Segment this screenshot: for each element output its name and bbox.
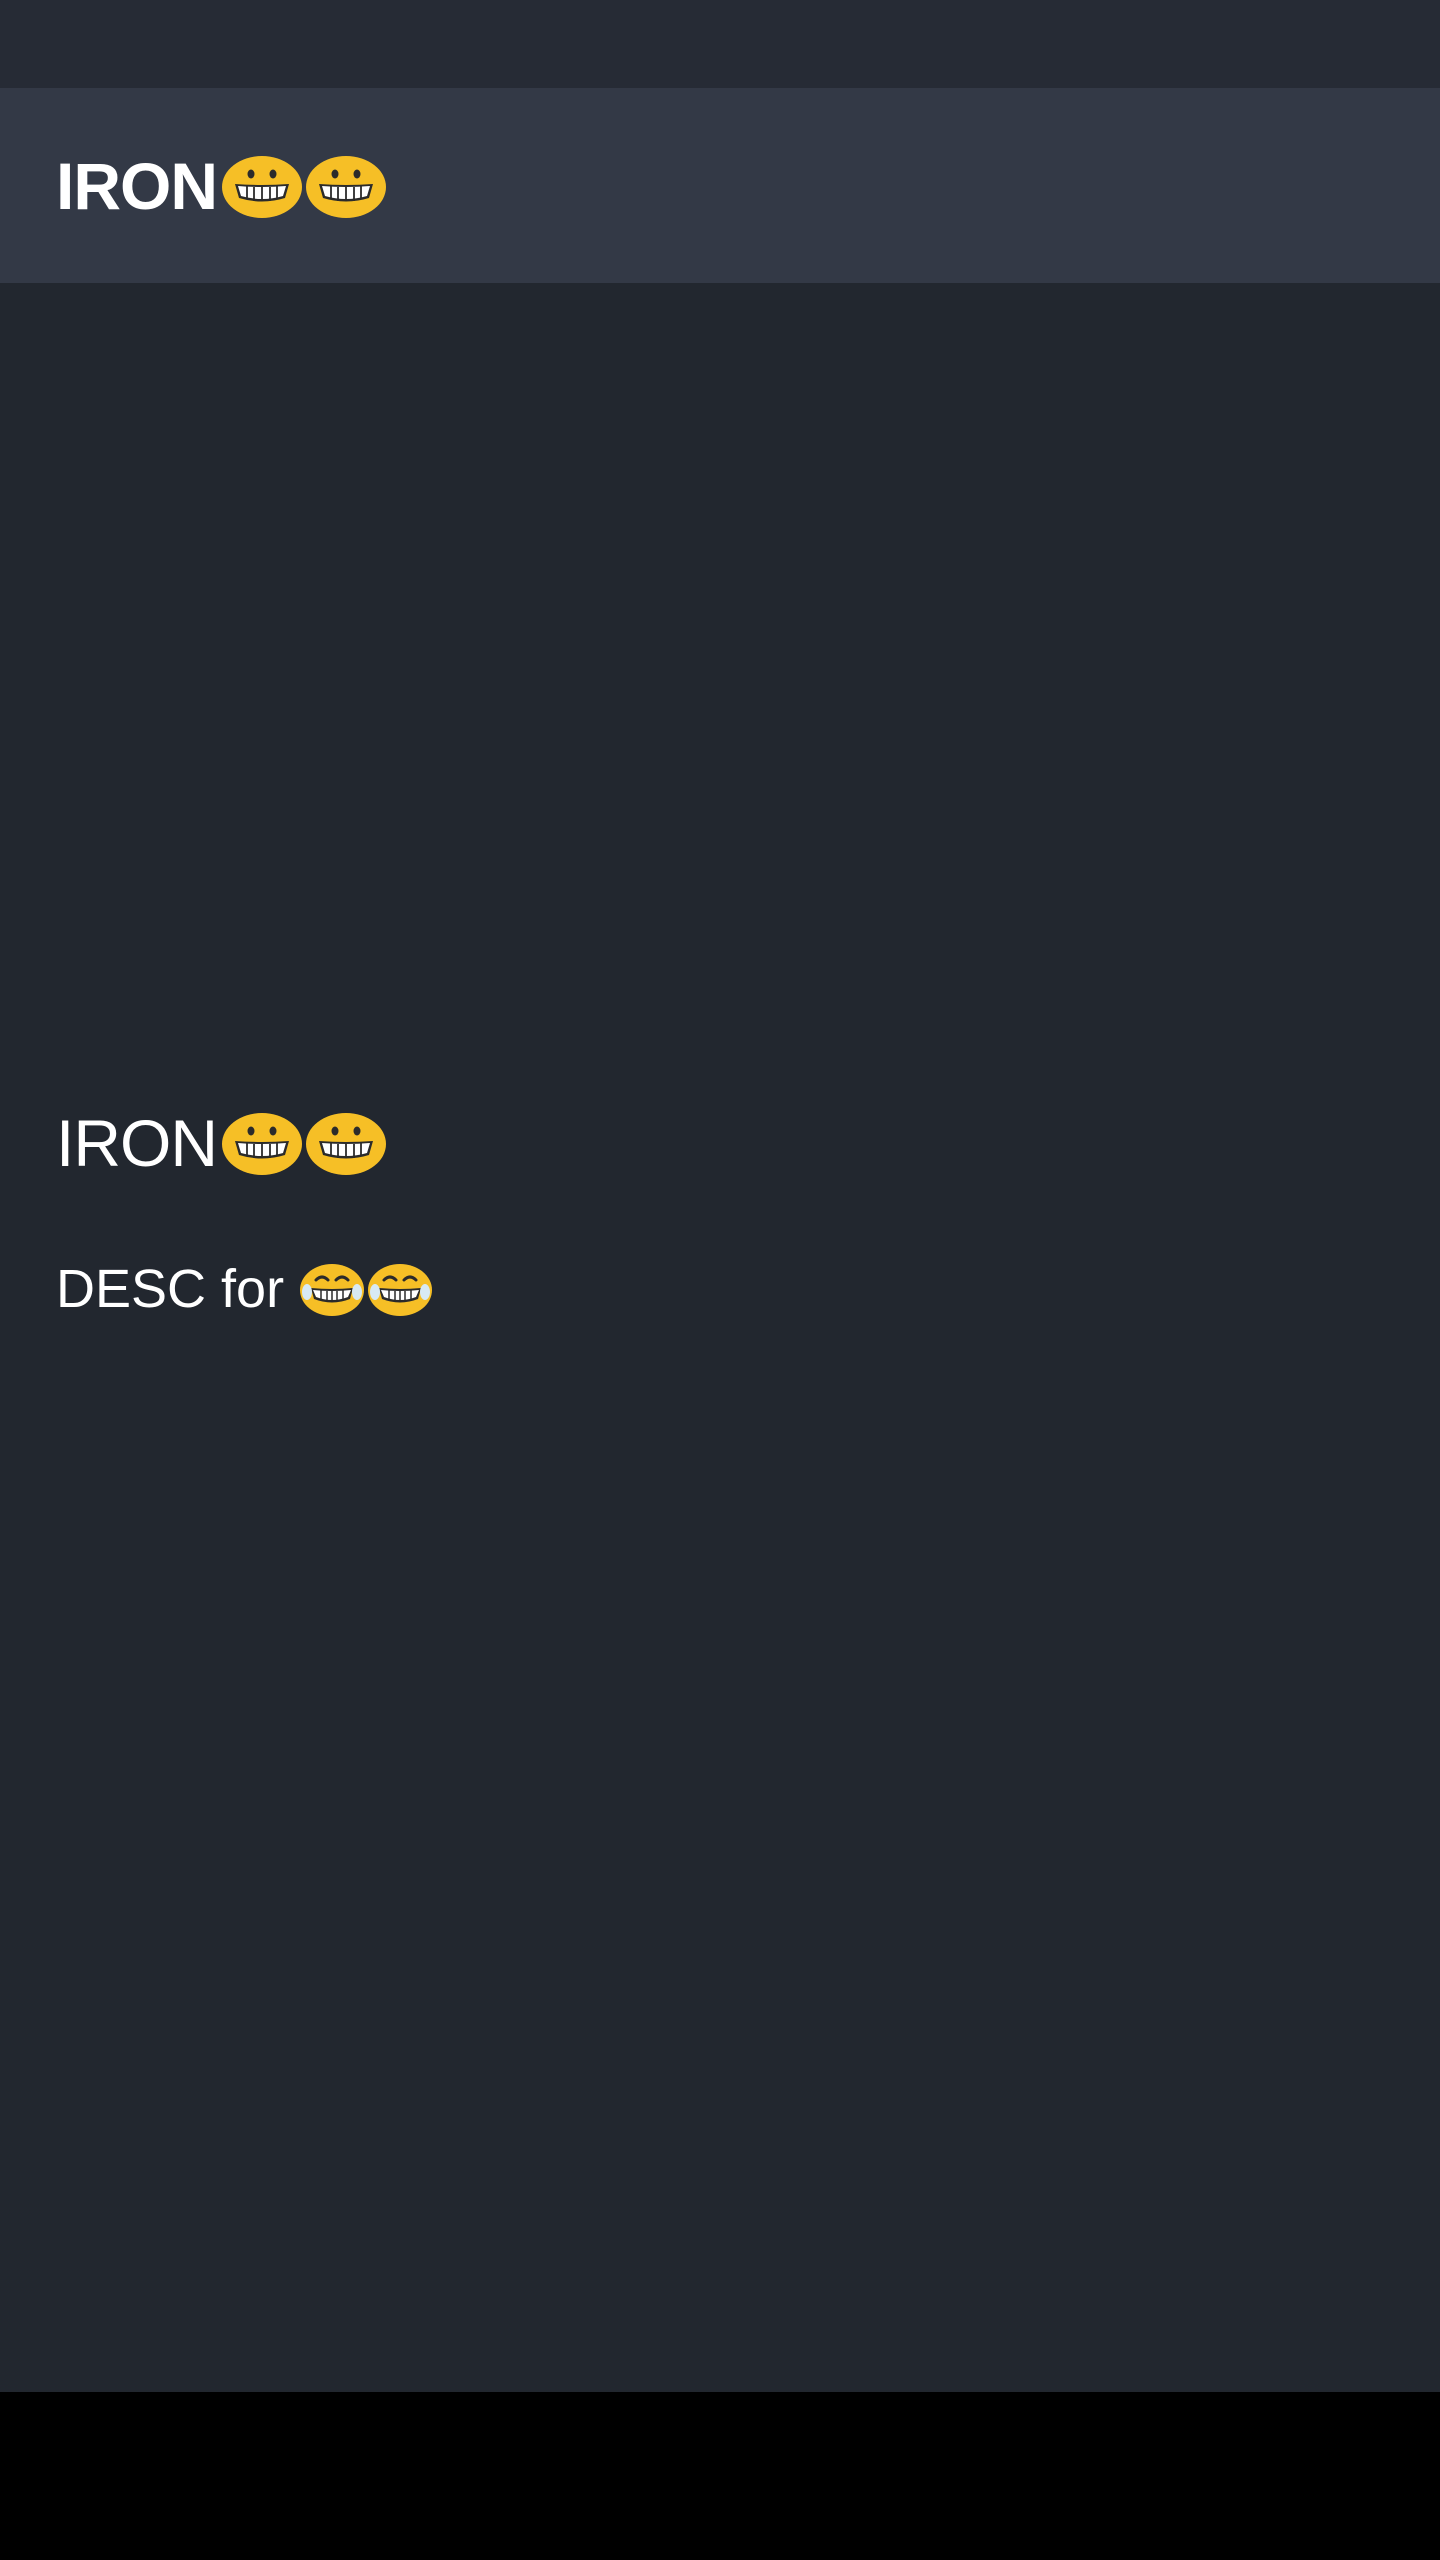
grinning-face-icon [305, 1110, 387, 1176]
item-title-text: IRON [56, 1106, 218, 1180]
app-bar-title: IRON [56, 148, 387, 224]
tears-of-joy-face-icon [298, 1261, 366, 1317]
item-title: IRON [56, 1105, 387, 1181]
app-bar-title-text: IRON [56, 148, 218, 223]
grinning-face-icon [221, 1110, 303, 1176]
status-bar [0, 0, 1440, 88]
item-description-emojis [298, 1261, 434, 1317]
app-bar: IRON [0, 88, 1440, 283]
item-title-emojis [219, 1110, 387, 1176]
item-description: DESC for [56, 1258, 434, 1320]
grinning-face-icon [305, 153, 387, 219]
app-bar-title-emojis [219, 153, 387, 219]
tears-of-joy-face-icon [366, 1261, 434, 1317]
item-description-text: DESC for [56, 1259, 285, 1319]
app-screen: IRON IRON DESC for [0, 0, 1440, 2560]
navigation-bar [0, 2392, 1440, 2560]
content-area [0, 283, 1440, 2392]
grinning-face-icon [221, 153, 303, 219]
